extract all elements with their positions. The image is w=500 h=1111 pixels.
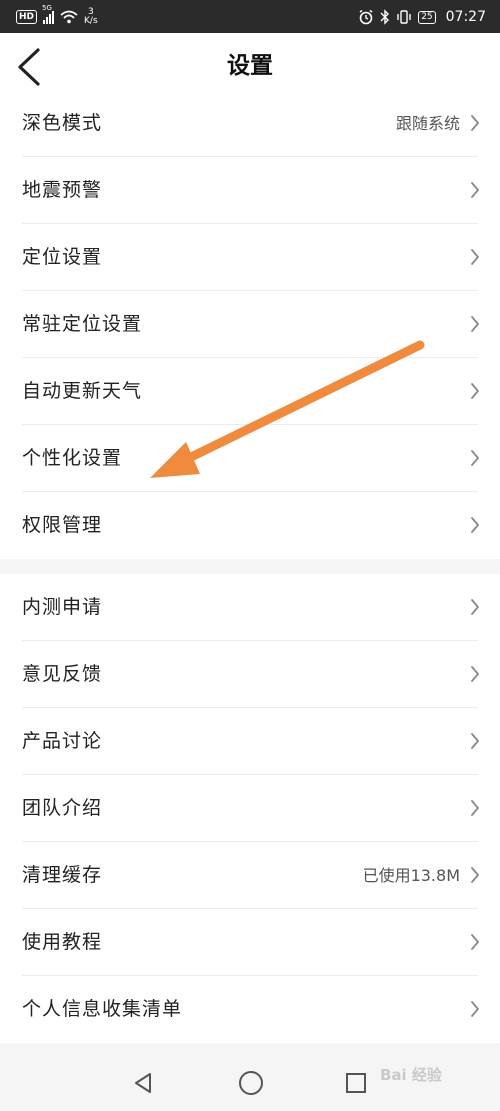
settings-group-general: 深色模式 跟随系统地震预警定位设置常驻定位设置 自动更新天气 个性化设置权限管理 — [0, 90, 500, 559]
chevron-right-icon — [470, 733, 480, 749]
chevron-right-icon — [470, 249, 480, 265]
settings-row[interactable]: 权限管理 — [0, 492, 500, 559]
chevron-right-icon — [470, 1001, 480, 1017]
vibrate-icon — [397, 10, 411, 24]
settings-row-label: 使用教程 — [22, 931, 103, 953]
chevron-right-icon — [470, 666, 480, 682]
settings-group-about: 内测申请意见反馈产品讨论团队介绍清理缓存 已使用13.8M 使用教程个人信息收集清单 — [0, 574, 500, 1043]
nav-recent-apps-icon[interactable] — [346, 1073, 366, 1093]
settings-row[interactable]: 个性化设置 — [0, 425, 500, 492]
settings-row-label: 意见反馈 — [22, 663, 103, 685]
settings-row-value: 已使用13.8M — [362, 866, 460, 885]
speed-unit: K/s — [84, 16, 98, 26]
battery-icon: 25 — [418, 10, 436, 24]
chevron-right-icon — [470, 182, 480, 198]
settings-row[interactable]: 深色模式 跟随系统 — [0, 90, 500, 157]
hd-badge: HD — [16, 10, 38, 24]
chevron-right-icon — [470, 383, 480, 399]
settings-row-label: 地震预警 — [22, 179, 103, 201]
clock: 07:27 — [445, 9, 486, 25]
settings-row-value: 跟随系统 — [395, 114, 460, 133]
settings-row[interactable]: 定位设置 — [0, 224, 500, 291]
nav-home-icon[interactable] — [239, 1071, 263, 1095]
settings-row-label: 团队介绍 — [22, 797, 103, 819]
settings-row[interactable]: 个人信息收集清单 — [0, 976, 500, 1043]
wifi-icon — [60, 10, 78, 24]
settings-row[interactable]: 自动更新天气 — [0, 358, 500, 425]
chevron-right-icon — [470, 115, 480, 131]
settings-row[interactable]: 使用教程 — [0, 909, 500, 976]
signal-icon: 5G — [42, 4, 55, 24]
network-type: 5G — [42, 4, 52, 12]
settings-row[interactable]: 常驻定位设置 — [0, 291, 500, 358]
settings-row-label: 清理缓存 — [22, 864, 103, 886]
settings-row[interactable]: 地震预警 — [0, 157, 500, 224]
network-speed: 3 K/s — [84, 8, 98, 26]
chevron-right-icon — [470, 800, 480, 816]
chevron-right-icon — [470, 450, 480, 466]
chevron-right-icon — [470, 934, 480, 950]
settings-row[interactable]: 意见反馈 — [0, 641, 500, 708]
chevron-right-icon — [470, 316, 480, 332]
status-bar: HD 5G 3 K/s 25 07:27 — [0, 0, 500, 33]
nav-back-icon[interactable] — [132, 1072, 154, 1094]
chevron-right-icon — [470, 517, 480, 533]
settings-row-label: 定位设置 — [22, 246, 103, 268]
settings-row[interactable]: 内测申请 — [0, 574, 500, 641]
settings-row-label: 产品讨论 — [22, 730, 103, 752]
settings-row[interactable]: 团队介绍 — [0, 775, 500, 842]
settings-row-label: 自动更新天气 — [22, 380, 143, 402]
bluetooth-icon — [380, 9, 390, 25]
settings-row-label: 常驻定位设置 — [22, 313, 143, 335]
chevron-right-icon — [470, 867, 480, 883]
settings-row-label: 个人信息收集清单 — [22, 998, 183, 1020]
chevron-right-icon — [470, 599, 480, 615]
settings-row-label: 权限管理 — [22, 514, 103, 536]
watermark: Bai 经验 — [380, 1066, 442, 1084]
settings-row-label: 深色模式 — [22, 112, 103, 134]
settings-row-label: 内测申请 — [22, 596, 103, 618]
settings-row-label: 个性化设置 — [22, 447, 123, 469]
settings-row[interactable]: 清理缓存 已使用13.8M — [0, 842, 500, 909]
alarm-icon — [359, 9, 373, 25]
settings-row[interactable]: 产品讨论 — [0, 708, 500, 775]
